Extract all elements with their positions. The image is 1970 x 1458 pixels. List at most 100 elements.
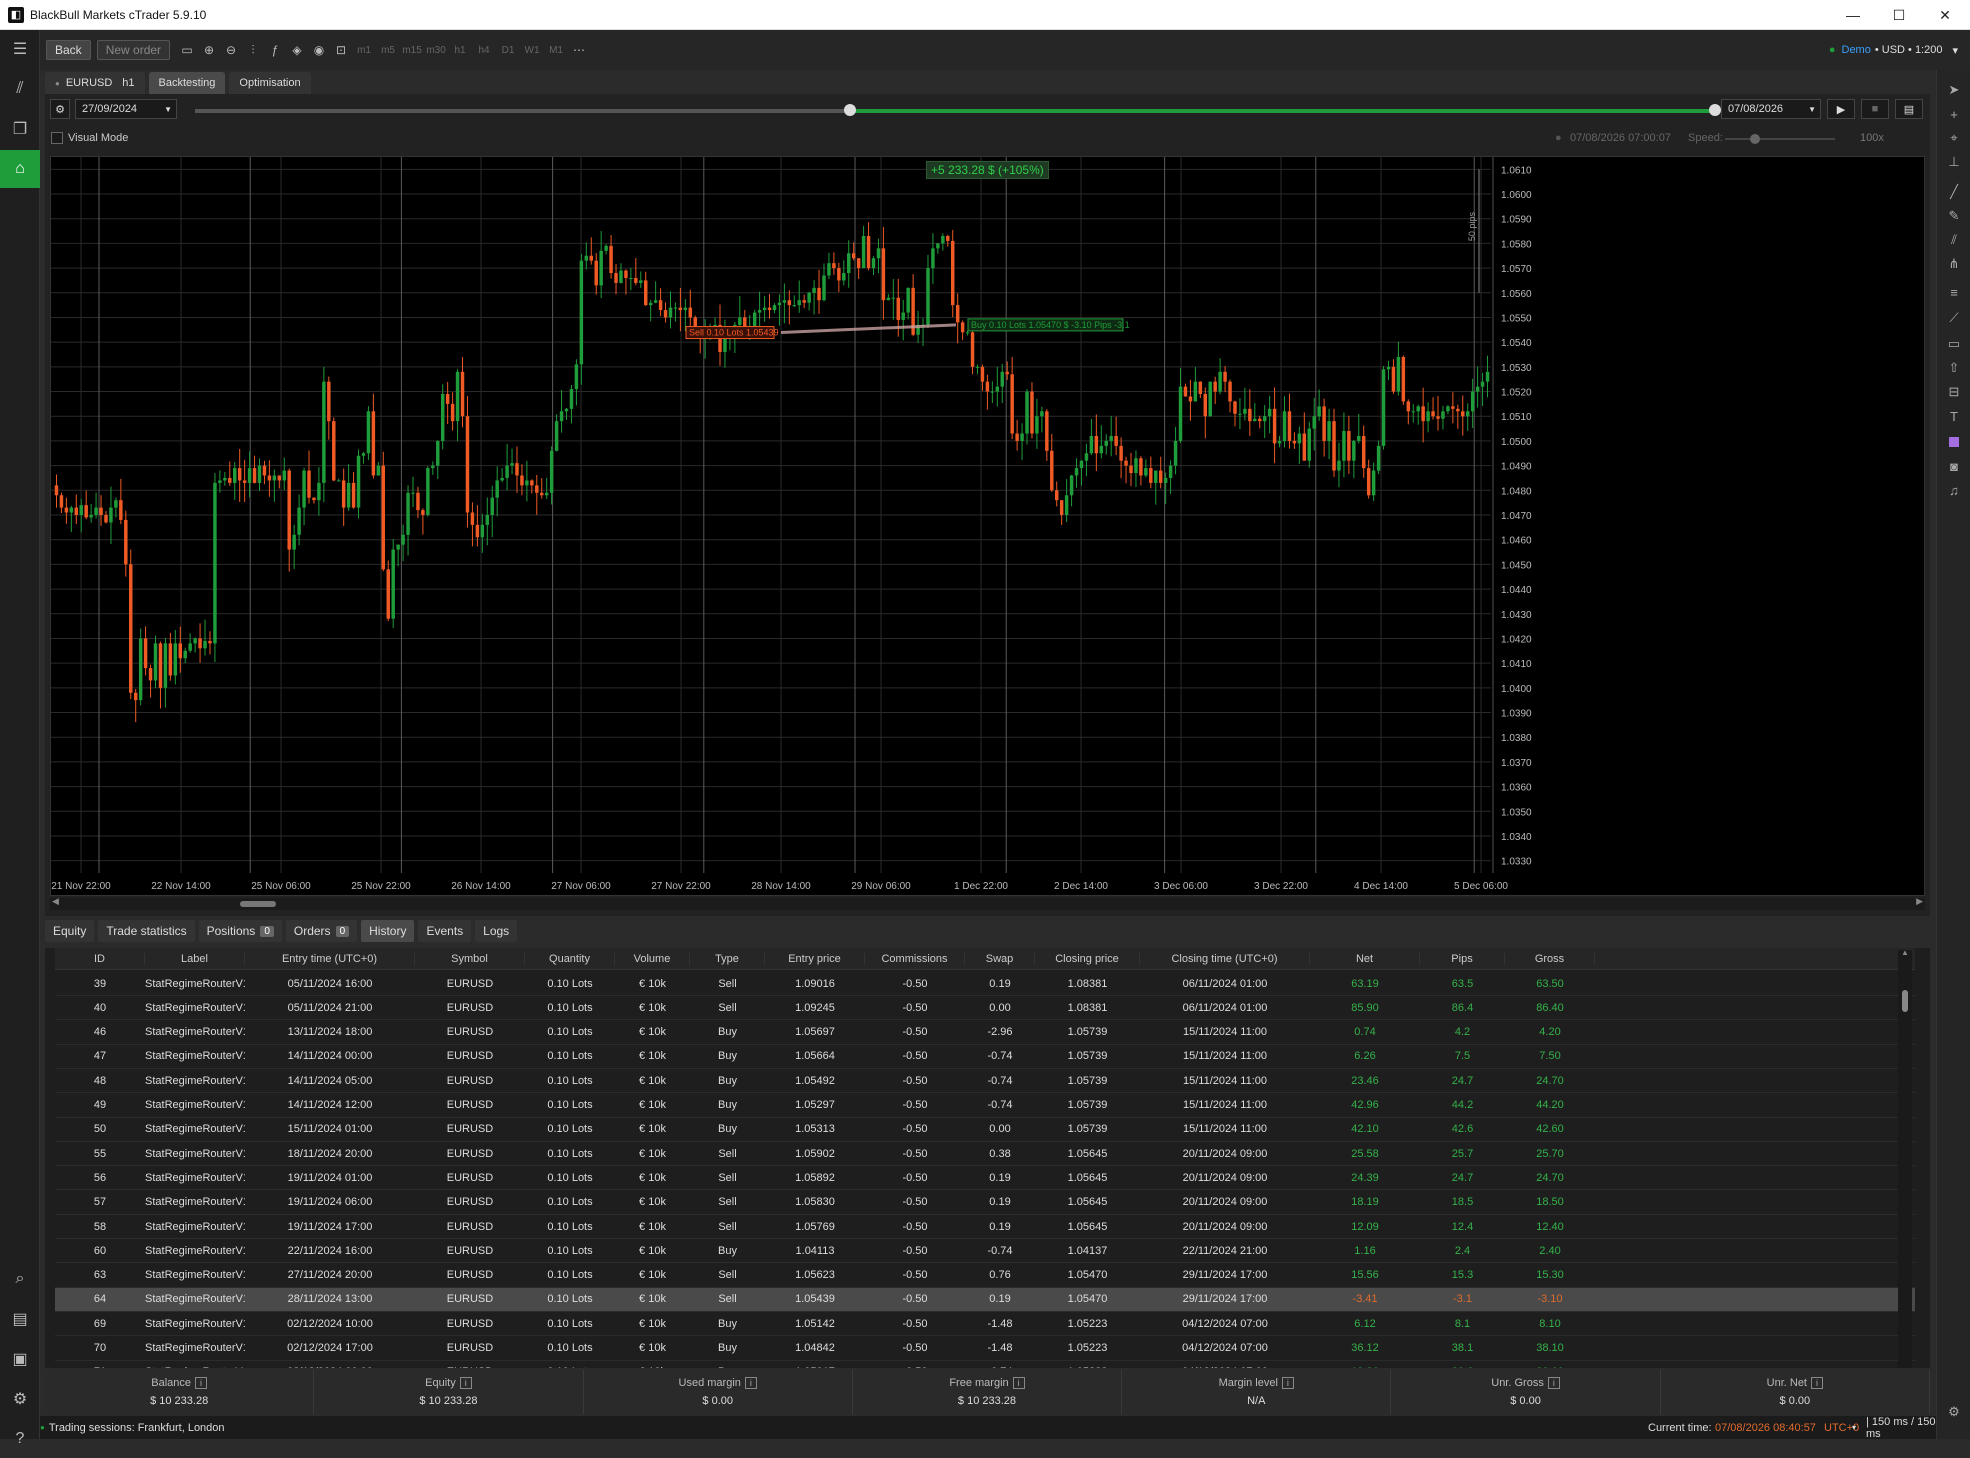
table-row[interactable]: 58 StatRegimeRouterV1_1_... 19/11/2024 17:… <box>55 1215 1915 1239</box>
column-header[interactable]: Pips <box>1420 952 1505 965</box>
fibonacci-icon[interactable]: ≡ <box>1937 280 1970 304</box>
info-icon[interactable]: i <box>195 1377 208 1389</box>
pitchfork-icon[interactable]: ⋔ <box>1937 252 1970 276</box>
table-row[interactable]: 47 StatRegimeRouterV1_1_... 14/11/2024 00:… <box>55 1045 1915 1069</box>
timeframe-d1[interactable]: D1 <box>496 45 520 56</box>
scroll-thumb[interactable] <box>240 901 276 907</box>
visual-mode-checkbox[interactable] <box>51 132 63 144</box>
timeframe-m1[interactable]: m1 <box>352 45 376 56</box>
horizontal-line-icon[interactable]: ⊥ <box>1937 150 1970 174</box>
bell-icon[interactable]: ♫ <box>1937 478 1970 502</box>
eye-icon[interactable]: ◉ <box>308 39 330 61</box>
timeframe-m5[interactable]: m5 <box>376 45 400 56</box>
column-header[interactable]: Closing price <box>1035 952 1140 965</box>
wallet-icon[interactable]: ▣ <box>0 1340 40 1378</box>
layers-icon[interactable]: ◈ <box>286 39 308 61</box>
copy-app-icon[interactable]: ❐ <box>0 110 40 148</box>
timeframe-m30[interactable]: m30 <box>424 45 448 56</box>
column-header[interactable]: Swap <box>965 952 1035 965</box>
text-icon[interactable]: T <box>1937 404 1970 428</box>
help-icon[interactable]: ? <box>0 1420 40 1458</box>
table-row[interactable]: 39 StatRegimeRouterV1_1_... 05/11/2024 16:… <box>55 972 1915 996</box>
settings-gear-icon[interactable]: ⚙ <box>50 99 70 119</box>
chart-type-icon[interactable]: ⫶ <box>242 39 264 61</box>
tab-history[interactable]: History <box>361 920 415 942</box>
play-button[interactable]: ▶ <box>1827 99 1855 119</box>
pencil-icon[interactable]: ✎ <box>1937 204 1970 228</box>
minimize-button[interactable]: — <box>1830 0 1876 30</box>
crosshair-ruler-icon[interactable]: ⌖ <box>1937 126 1970 150</box>
table-row[interactable]: 71StatRegimeRouterV1_1_...03/12/2024 00:… <box>55 1361 1915 1368</box>
column-header[interactable]: Net <box>1310 952 1420 965</box>
table-row[interactable]: 60 StatRegimeRouterV1_1_... 22/11/2024 16:… <box>55 1239 1915 1264</box>
menu-icon[interactable]: ☰ <box>0 30 40 68</box>
tab-logs[interactable]: Logs <box>475 920 518 942</box>
table-row[interactable]: 57 StatRegimeRouterV1_1_... 19/11/2024 06:… <box>55 1191 1915 1215</box>
table-row[interactable]: 56 StatRegimeRouterV1_1_... 19/11/2024 01:… <box>55 1166 1915 1191</box>
table-row[interactable]: 69 StatRegimeRouterV1_1_... 02/12/2024 10:… <box>55 1312 1915 1337</box>
column-header[interactable]: Entry price <box>765 952 865 965</box>
market-icon[interactable]: ▤ <box>0 1300 40 1338</box>
backtest-progress-slider[interactable] <box>195 104 1721 116</box>
cursor-icon[interactable]: ➤ <box>1937 78 1970 102</box>
ruler-icon[interactable]: ⊟ <box>1937 380 1970 404</box>
table-scroll-thumb[interactable] <box>1902 990 1908 1012</box>
tab-optimisation[interactable]: Optimisation <box>229 72 311 94</box>
timeframe-mn1[interactable]: M1 <box>544 45 568 56</box>
column-header[interactable]: Closing time (UTC+0) <box>1140 952 1310 965</box>
camera-icon[interactable]: ◙ <box>1937 454 1970 478</box>
account-selector[interactable]: ● Demo • USD • 1:200 ▾ <box>1829 30 1958 70</box>
column-header[interactable]: Label <box>145 952 245 965</box>
back-button[interactable]: Back <box>46 40 91 60</box>
layout-icon[interactable]: ▭ <box>176 39 198 61</box>
column-header[interactable]: Volume <box>615 952 690 965</box>
more-icon[interactable]: ⋯ <box>568 39 590 61</box>
algo-app-icon[interactable]: ⌂ <box>0 150 40 188</box>
channel-icon[interactable]: ⫽ <box>1937 228 1970 252</box>
tab-backtesting[interactable]: Backtesting <box>148 72 226 94</box>
info-icon[interactable]: i <box>459 1377 472 1389</box>
info-icon[interactable]: i <box>1547 1377 1560 1389</box>
speed-slider[interactable] <box>1725 134 1835 144</box>
settings-icon[interactable]: ⚙ <box>0 1380 40 1418</box>
new-order-button[interactable]: New order <box>96 40 171 60</box>
screenshot-icon[interactable]: ⊡ <box>330 39 352 61</box>
column-header[interactable]: ID <box>55 952 145 965</box>
stop-button[interactable]: ■ <box>1861 99 1889 119</box>
price-chart[interactable]: 1.0610 1.0600 1.0590 1.0580 1.0570 1.0560 1.05… <box>50 156 1925 896</box>
table-row[interactable]: 46 StatRegimeRouterV1_1_... 13/11/2024 18:… <box>55 1021 1915 1045</box>
table-row[interactable]: 49 StatRegimeRouterV1_1_... 14/11/2024 12:… <box>55 1094 1915 1118</box>
tab-events[interactable]: Events <box>418 920 472 942</box>
progress-start-handle[interactable] <box>844 104 856 116</box>
tab-positions[interactable]: Positions 0 <box>198 920 282 942</box>
gear-icon[interactable]: ⚙ <box>1937 1400 1970 1424</box>
tab-equity[interactable]: Equity <box>45 920 95 942</box>
info-icon[interactable]: i <box>1012 1377 1025 1389</box>
maximize-button[interactable]: ☐ <box>1876 0 1922 30</box>
timeframe-h1[interactable]: h1 <box>448 45 472 56</box>
table-row[interactable]: 64 StatRegimeRouterV1_1_... 28/11/2024 13:… <box>55 1287 1915 1312</box>
end-date-picker[interactable]: 07/08/2026 ▼ <box>1721 99 1821 119</box>
column-header[interactable]: Quantity <box>525 952 615 965</box>
close-button[interactable]: ✕ <box>1922 0 1968 30</box>
column-header[interactable]: Entry time (UTC+0) <box>245 952 415 965</box>
progress-end-handle[interactable] <box>1709 104 1721 116</box>
indicators-icon[interactable]: ƒ <box>264 39 286 61</box>
table-row[interactable]: 63 StatRegimeRouterV1_1_... 27/11/2024 20:… <box>55 1264 1915 1288</box>
start-date-picker[interactable]: 27/09/2024 ▼ <box>75 99 177 119</box>
tab-trade-statistics[interactable]: Trade statistics <box>98 920 195 942</box>
info-icon[interactable]: i <box>744 1377 757 1389</box>
timeframe-m15[interactable]: m15 <box>400 45 424 56</box>
chart-horizontal-scrollbar[interactable]: ◀ ▶ <box>50 896 1925 910</box>
table-vertical-scrollbar[interactable]: ▲ <box>1898 948 1912 1368</box>
timeframe-h4[interactable]: h4 <box>472 45 496 56</box>
table-row[interactable]: 50 StatRegimeRouterV1_1_... 15/11/2024 01:… <box>55 1118 1915 1142</box>
table-row[interactable]: 70 StatRegimeRouterV1_1_... 02/12/2024 17:… <box>55 1337 1915 1361</box>
scroll-up-icon[interactable]: ▲ <box>1901 948 1909 957</box>
column-header[interactable]: Commissions <box>865 952 965 965</box>
report-button[interactable]: ▤ <box>1895 99 1923 119</box>
search-icon[interactable]: ⌕ <box>0 1260 40 1298</box>
trade-app-icon[interactable]: ⫽ <box>0 70 40 108</box>
fan-icon[interactable]: ⟋ <box>1937 306 1970 330</box>
zoom-in-icon[interactable]: ⊕ <box>198 39 220 61</box>
